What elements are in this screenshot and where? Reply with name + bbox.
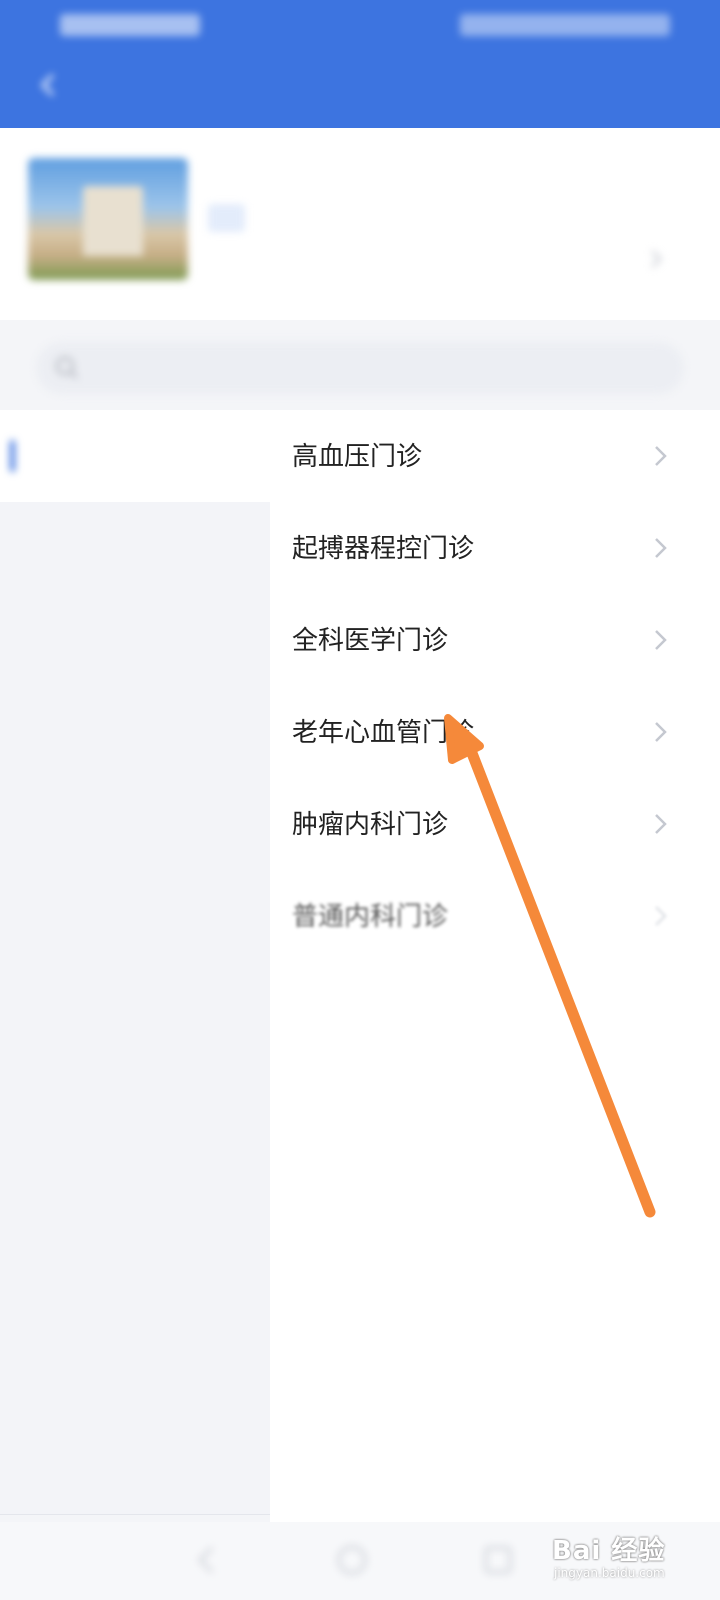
department-item-label <box>292 1264 300 1294</box>
department-item-pacemaker[interactable]: 起搏器程控门诊 <box>270 502 720 594</box>
chevron-right-icon <box>655 814 667 834</box>
watermark: Bai 经验 jingyan.baidu.com <box>552 1518 702 1588</box>
department-item-general-internal[interactable]: 普通内科门诊 <box>270 870 720 962</box>
sidebar-item-label <box>30 1082 38 1112</box>
department-item-label <box>292 1172 300 1202</box>
app-header <box>0 0 720 128</box>
hospital-level-tag <box>208 204 246 232</box>
sidebar-item-label <box>30 530 38 560</box>
hospital-detail-link[interactable] <box>623 246 630 271</box>
chevron-right-icon <box>655 906 667 926</box>
sidebar-item-label <box>30 990 38 1020</box>
status-bar-left <box>60 14 200 36</box>
watermark-brand: Bai 经验 <box>552 1536 666 1566</box>
department-item-label <box>292 1080 300 1110</box>
department-item-label: 老年心血管门诊 <box>292 718 475 748</box>
department-item-label: 全科医学门诊 <box>292 626 449 656</box>
hospital-name <box>205 153 215 191</box>
sidebar-item[interactable] <box>0 1422 270 1515</box>
chevron-right-icon <box>655 722 667 742</box>
search-input[interactable] <box>36 342 684 394</box>
hospital-card[interactable] <box>0 128 720 320</box>
department-item-oncology[interactable]: 肿瘤内科门诊 <box>270 778 720 870</box>
sidebar-item[interactable] <box>0 1330 270 1423</box>
sidebar-item[interactable] <box>0 1238 270 1331</box>
department-item-label <box>292 988 300 1018</box>
department-item-general-practice[interactable]: 全科医学门诊 <box>270 594 720 686</box>
page-title <box>0 68 720 106</box>
department-item[interactable] <box>270 1330 720 1422</box>
search-area <box>0 320 720 410</box>
sidebar-item[interactable] <box>0 778 270 871</box>
chevron-right-icon <box>655 630 667 650</box>
sidebar-item-label <box>30 1450 38 1480</box>
department-item-label: 高血压门诊 <box>292 442 423 472</box>
watermark-url: jingyan.baidu.com <box>554 1566 665 1580</box>
sidebar-item-label <box>30 714 38 744</box>
department-category-sidebar <box>0 410 270 1522</box>
department-item-label: 普通内科门诊 <box>292 902 449 932</box>
sidebar-item-label <box>30 806 38 836</box>
chevron-right-icon <box>655 446 667 466</box>
sidebar-item[interactable] <box>0 870 270 963</box>
sidebar-item-label <box>30 1266 38 1296</box>
department-item[interactable] <box>270 1146 720 1238</box>
search-placeholder <box>90 352 98 380</box>
department-item[interactable] <box>270 1238 720 1330</box>
department-item-geriatric-cardio[interactable]: 老年心血管门诊 <box>270 686 720 778</box>
sidebar-item[interactable] <box>0 962 270 1055</box>
department-item-label: 肿瘤内科门诊 <box>292 810 449 840</box>
sidebar-item-label <box>30 898 38 928</box>
hospital-detail-chevron-icon[interactable] <box>644 246 668 272</box>
chevron-right-icon <box>655 538 667 558</box>
department-item[interactable] <box>270 1422 720 1514</box>
search-icon <box>55 356 78 379</box>
department-item[interactable] <box>270 962 720 1054</box>
department-item-label <box>292 1448 300 1478</box>
department-item[interactable] <box>270 1054 720 1146</box>
department-item-label: 起搏器程控门诊 <box>292 534 475 564</box>
sidebar-item[interactable] <box>0 502 270 595</box>
hospital-image <box>28 158 188 280</box>
sidebar-item[interactable] <box>0 1146 270 1239</box>
sidebar-item-active[interactable] <box>0 410 270 502</box>
sidebar-item[interactable] <box>0 686 270 779</box>
nav-recents-icon[interactable] <box>480 1542 516 1578</box>
sidebar-item-label <box>30 1174 38 1204</box>
nav-home-icon[interactable] <box>334 1542 370 1578</box>
status-bar-right <box>460 14 670 36</box>
department-item-label <box>292 1356 300 1386</box>
sidebar-item-label <box>30 622 38 652</box>
sidebar-item-label <box>30 1358 38 1388</box>
sidebar-item[interactable] <box>0 594 270 687</box>
department-item-hypertension[interactable]: 高血压门诊 <box>270 410 720 502</box>
sidebar-item-label <box>30 438 38 468</box>
department-list: 高血压门诊 起搏器程控门诊 全科医学门诊 老年心血管门诊 肿瘤内科门诊 普通内科… <box>270 410 720 1522</box>
status-bar <box>0 0 720 52</box>
sidebar-item[interactable] <box>0 1054 270 1147</box>
nav-back-icon[interactable] <box>188 1542 224 1578</box>
hospital-building-shape <box>83 186 143 256</box>
sidebar-active-indicator <box>10 440 15 472</box>
